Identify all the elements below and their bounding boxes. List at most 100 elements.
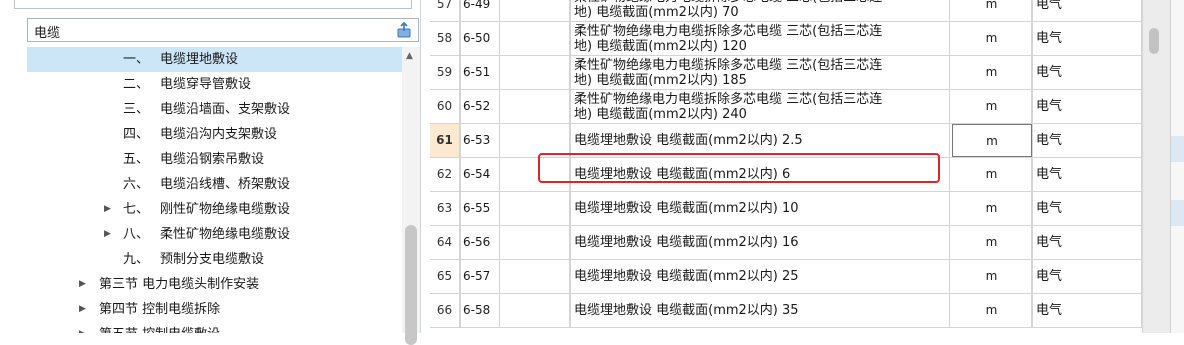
tree-section-label: 第四节 控制电缆拆除: [99, 302, 221, 317]
search-input[interactable]: 电缆: [27, 18, 419, 42]
tree-item-number: 六、: [122, 177, 149, 192]
category-cell[interactable]: 电气: [1032, 0, 1142, 21]
side-panel-edge: [1170, 0, 1184, 333]
tree-item[interactable]: 六、 电缆沿线槽、桥架敷设: [27, 172, 402, 197]
quota-name-line: 电缆埋地敷设 电缆截面(mm2以内) 35: [574, 303, 799, 318]
table-row[interactable]: 65 6-57 电缆埋地敷设 电缆截面(mm2以内) 25 m 电气: [430, 260, 1142, 294]
quota-name-cell[interactable]: 电缆埋地敷设 电缆截面(mm2以内) 10: [570, 192, 950, 225]
row-index: 61: [430, 124, 460, 157]
unit-cell[interactable]: m: [952, 158, 1032, 191]
unit-cell[interactable]: m: [952, 124, 1032, 157]
blank-cell[interactable]: [500, 260, 570, 293]
table-row[interactable]: 66 6-58 电缆埋地敷设 电缆截面(mm2以内) 35 m 电气: [430, 294, 1142, 328]
blank-cell[interactable]: [500, 294, 570, 327]
tree-item[interactable]: 二、 电缆穿导管敷设: [27, 72, 402, 97]
quota-name-cell[interactable]: 电缆埋地敷设 电缆截面(mm2以内) 25: [570, 260, 950, 293]
unit-cell[interactable]: m: [952, 90, 1032, 123]
tree-item[interactable]: 九、 预制分支电缆敷设: [27, 247, 402, 272]
category-cell[interactable]: 电气: [1032, 56, 1142, 89]
unit-cell[interactable]: m: [952, 260, 1032, 293]
quota-code-cell[interactable]: 6-53: [460, 124, 500, 157]
tree-item-label: 柔性矿物绝缘电缆敷设: [160, 227, 291, 242]
blank-cell[interactable]: [500, 22, 570, 55]
tree-item-label: 预制分支电缆敷设: [160, 252, 265, 267]
expand-arrow-icon[interactable]: ▶: [79, 297, 86, 322]
quota-code-cell[interactable]: 6-58: [460, 294, 500, 327]
quota-name-cell[interactable]: 柔性矿物绝缘电力电缆拆除多芯电缆 三芯(包括三芯连地) 电缆截面(mm2以内) …: [570, 0, 950, 21]
unit-cell[interactable]: m: [952, 22, 1032, 55]
expand-arrow-icon[interactable]: ▶: [104, 197, 111, 222]
blank-cell[interactable]: [500, 226, 570, 259]
scroll-up-icon[interactable]: ▲: [406, 51, 413, 61]
unit-cell[interactable]: m: [952, 226, 1032, 259]
top-strip: [14, 0, 412, 9]
table-scrollbar[interactable]: [1142, 0, 1171, 333]
quota-name-cell[interactable]: 电缆埋地敷设 电缆截面(mm2以内) 16: [570, 226, 950, 259]
category-cell[interactable]: 电气: [1032, 294, 1142, 327]
expand-arrow-icon[interactable]: ▶: [79, 272, 86, 297]
tree-item-label: 电缆沿线槽、桥架敷设: [160, 177, 291, 192]
expand-arrow-icon[interactable]: ▶: [104, 222, 111, 247]
tree-section[interactable]: ▶ 第三节 电力电缆头制作安装: [27, 272, 402, 297]
category-cell[interactable]: 电气: [1032, 226, 1142, 259]
quota-code-cell[interactable]: 6-49: [460, 0, 500, 21]
expand-arrow-icon[interactable]: ▶: [79, 322, 86, 333]
quota-code-cell[interactable]: 6-50: [460, 22, 500, 55]
tree-item[interactable]: 一、 电缆埋地敷设: [27, 47, 402, 72]
highlight-box: [538, 153, 940, 183]
tree-item[interactable]: ▶ 七、 刚性矿物绝缘电缆敷设: [27, 197, 402, 222]
locate-icon[interactable]: [396, 22, 412, 38]
category-cell[interactable]: 电气: [1032, 22, 1142, 55]
quota-code-cell[interactable]: 6-51: [460, 56, 500, 89]
category-cell[interactable]: 电气: [1032, 158, 1142, 191]
unit-cell[interactable]: m: [952, 192, 1032, 225]
row-index: 63: [430, 192, 460, 225]
blank-cell[interactable]: [500, 192, 570, 225]
row-index: 57: [430, 0, 460, 21]
quota-code-cell[interactable]: 6-56: [460, 226, 500, 259]
tree-item[interactable]: 五、 电缆沿钢索吊敷设: [27, 147, 402, 172]
tree-section[interactable]: ▶ 第五节 控制电缆敷设: [27, 322, 402, 333]
category-cell[interactable]: 电气: [1032, 192, 1142, 225]
tree-item[interactable]: ▶ 八、 柔性矿物绝缘电缆敷设: [27, 222, 402, 247]
tree-item-number: 四、: [122, 127, 149, 142]
quota-name-cell[interactable]: 柔性矿物绝缘电力电缆拆除多芯电缆 三芯(包括三芯连地) 电缆截面(mm2以内) …: [570, 56, 950, 89]
row-index: 60: [430, 90, 460, 123]
search-value[interactable]: 电缆: [34, 22, 60, 41]
quota-code-cell[interactable]: 6-54: [460, 158, 500, 191]
table-row[interactable]: 63 6-55 电缆埋地敷设 电缆截面(mm2以内) 10 m 电气: [430, 192, 1142, 226]
category-cell[interactable]: 电气: [1032, 124, 1142, 157]
unit-cell[interactable]: m: [952, 56, 1032, 89]
row-index: 65: [430, 260, 460, 293]
category-cell[interactable]: 电气: [1032, 260, 1142, 293]
quota-name-cell[interactable]: 柔性矿物绝缘电力电缆拆除多芯电缆 三芯(包括三芯连地) 电缆截面(mm2以内) …: [570, 90, 950, 123]
tree-item[interactable]: 三、 电缆沿墙面、支架敷设: [27, 97, 402, 122]
quota-name-cell[interactable]: 柔性矿物绝缘电力电缆拆除多芯电缆 三芯(包括三芯连地) 电缆截面(mm2以内) …: [570, 22, 950, 55]
table-scroll-thumb[interactable]: [1149, 28, 1159, 54]
table-row[interactable]: 58 6-50 柔性矿物绝缘电力电缆拆除多芯电缆 三芯(包括三芯连 地) 电缆截面(m…: [430, 22, 1142, 56]
quota-code-cell[interactable]: 6-57: [460, 260, 500, 293]
tree-item-label: 电缆穿导管敷设: [160, 77, 252, 92]
quota-code-cell[interactable]: 6-55: [460, 192, 500, 225]
scroll-thumb[interactable]: [405, 225, 417, 345]
tree-section[interactable]: ▶ 第四节 控制电缆拆除: [27, 297, 402, 322]
quota-name-line: 地) 电缆截面(mm2以内) 70: [574, 5, 739, 20]
table-row[interactable]: 576-49 柔性矿物绝缘电力电缆拆除多芯电缆 三芯(包括三芯连地) 电缆截面(m…: [430, 0, 1142, 22]
table-row[interactable]: 60 6-52 柔性矿物绝缘电力电缆拆除多芯电缆 三芯(包括三芯连 地) 电缆截面(m…: [430, 90, 1142, 124]
row-index: 58: [430, 22, 460, 55]
blank-cell[interactable]: [500, 56, 570, 89]
tree-item[interactable]: 四、 电缆沿沟内支架敷设: [27, 122, 402, 147]
quota-name-cell[interactable]: 电缆埋地敷设 电缆截面(mm2以内) 35: [570, 294, 950, 327]
unit-cell[interactable]: m: [952, 0, 1032, 21]
quota-code-cell[interactable]: 6-52: [460, 90, 500, 123]
table-row[interactable]: 64 6-56 电缆埋地敷设 电缆截面(mm2以内) 16 m 电气: [430, 226, 1142, 260]
tree-scrollbar[interactable]: ▲: [402, 47, 420, 345]
category-cell[interactable]: 电气: [1032, 90, 1142, 123]
table-row[interactable]: 59 6-51 柔性矿物绝缘电力电缆拆除多芯电缆 三芯(包括三芯连 地) 电缆截面(m…: [430, 56, 1142, 90]
row-index: 59: [430, 56, 460, 89]
tree-section-label: 第五节 控制电缆敷设: [99, 322, 220, 333]
tree-item-number: 三、: [122, 102, 149, 117]
blank-cell[interactable]: [500, 0, 570, 21]
blank-cell[interactable]: [500, 90, 570, 123]
unit-cell[interactable]: m: [952, 294, 1032, 327]
